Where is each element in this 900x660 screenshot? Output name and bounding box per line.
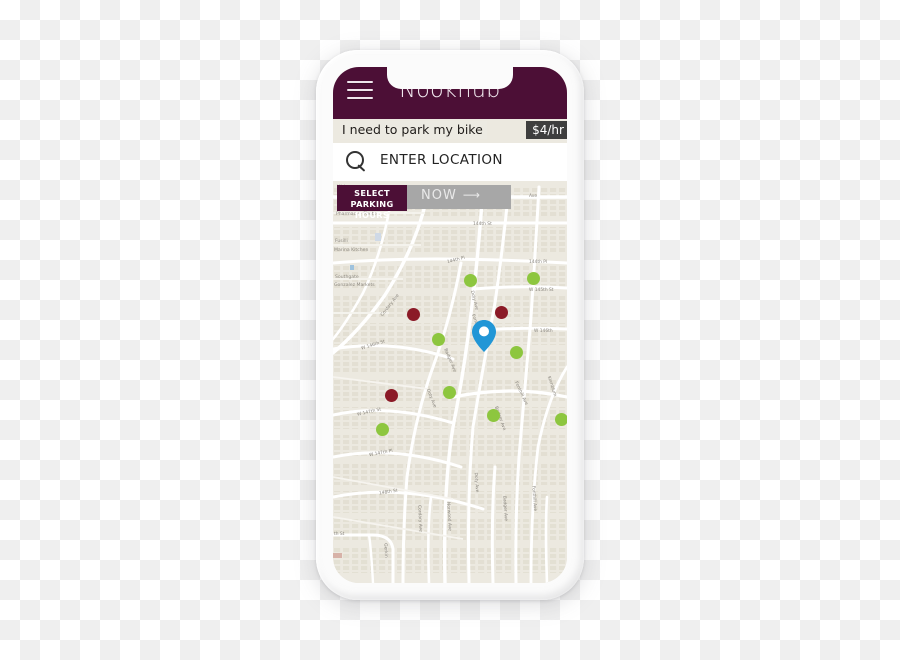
- screenshot-stage: Walgreens Pharmacy - Photo Fusilli Marin…: [0, 0, 900, 660]
- search-input[interactable]: ENTER LOCATION: [380, 152, 503, 168]
- prompt-strip: I need to park my bike $4/hr P: [333, 119, 567, 143]
- map-marker-full[interactable]: [495, 306, 508, 319]
- now-time-selector[interactable]: NOW ⟶: [407, 185, 511, 209]
- map-poi-label: Gonzalez Markets: [334, 283, 375, 288]
- prompt-text: I need to park my bike: [340, 121, 487, 139]
- map-marker-full[interactable]: [407, 308, 420, 321]
- map-poi-label: Southgate: [335, 275, 359, 280]
- street-label: Gerkin: [382, 543, 389, 558]
- map-marker-available[interactable]: [527, 272, 540, 285]
- street-label: th St: [334, 532, 345, 537]
- map-poi-label: Fusilli: [335, 239, 348, 244]
- map-marker-available[interactable]: [432, 333, 445, 346]
- search-icon[interactable]: [346, 151, 368, 173]
- map-marker-available[interactable]: [464, 274, 477, 287]
- select-parking-hours-button[interactable]: SELECT PARKING HOURS: [337, 185, 407, 220]
- street-label: W 146th: [534, 329, 553, 334]
- street-label: W 145th St: [529, 288, 554, 293]
- phone-screen: Walgreens Pharmacy - Photo Fusilli Marin…: [333, 67, 567, 583]
- map-marker-available[interactable]: [555, 413, 567, 426]
- phone-device-frame: Walgreens Pharmacy - Photo Fusilli Marin…: [316, 50, 584, 600]
- select-hours-line1: SELECT: [354, 188, 390, 198]
- street-label: 144th Pl: [529, 260, 548, 265]
- map-poi-label: Marina Kitchen: [334, 248, 369, 253]
- street-label: 144th St: [473, 222, 492, 227]
- select-hours-line2: PARKING HOURS: [350, 199, 394, 220]
- hamburger-menu-icon[interactable]: [347, 81, 373, 101]
- parking-hours-bar: SELECT PARKING HOURS NOW ⟶: [333, 185, 567, 220]
- phone-notch: [387, 67, 513, 89]
- map-marker-available[interactable]: [487, 409, 500, 422]
- rate-badge: $4/hr P: [526, 121, 567, 139]
- map-marker-available[interactable]: [510, 346, 523, 359]
- map-marker-available[interactable]: [376, 423, 389, 436]
- now-label: NOW: [421, 188, 457, 203]
- arrow-right-icon: ⟶: [462, 188, 482, 202]
- map-marker-available[interactable]: [443, 386, 456, 399]
- current-location-pin[interactable]: [471, 319, 497, 353]
- search-bar[interactable]: ENTER LOCATION: [333, 143, 567, 181]
- map-marker-full[interactable]: [385, 389, 398, 402]
